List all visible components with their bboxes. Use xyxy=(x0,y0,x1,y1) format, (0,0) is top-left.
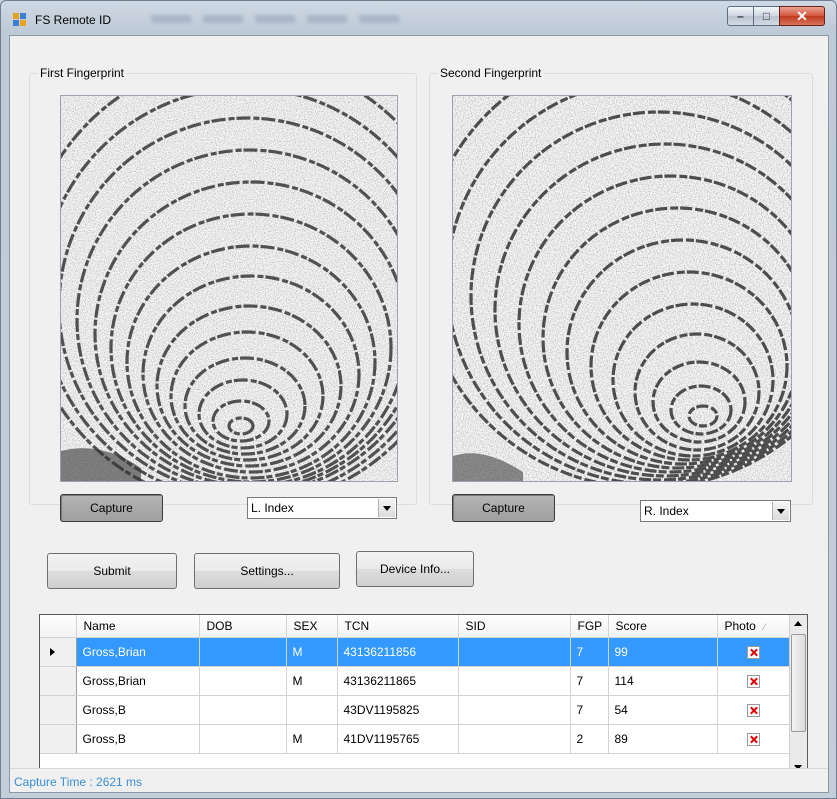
background-blur xyxy=(151,15,401,23)
cell-name[interactable]: Gross,Brian xyxy=(76,666,200,696)
cell-fgp[interactable]: 7 xyxy=(570,637,609,667)
first-fingerprint-legend: First Fingerprint xyxy=(38,66,127,80)
table-row[interactable]: Gross,B 43DV1195825 7 54 xyxy=(40,695,791,725)
cell-score[interactable]: 99 xyxy=(608,637,718,667)
table-row[interactable]: Gross,Brian M 43136211856 7 99 xyxy=(40,637,791,667)
column-header-sex[interactable]: SEX xyxy=(286,615,338,638)
first-finger-select[interactable]: L. Index xyxy=(247,497,397,519)
cell-name[interactable]: Gross,B xyxy=(76,724,200,754)
table-row[interactable]: Gross,Brian M 43136211865 7 114 xyxy=(40,666,791,696)
cell-photo[interactable] xyxy=(717,637,791,667)
second-fingerprint-group: Second Fingerprint Capture R. Index xyxy=(429,66,813,522)
cell-score[interactable]: 114 xyxy=(608,666,718,696)
row-header-corner xyxy=(40,615,77,638)
first-fingerprint-group: First Fingerprint Capture L. Index xyxy=(29,66,417,522)
column-header-dob[interactable]: DOB xyxy=(199,615,287,638)
cell-dob[interactable] xyxy=(199,666,287,696)
device-info-button[interactable]: Device Info... xyxy=(356,551,474,587)
row-pointer-icon xyxy=(50,647,55,656)
cell-sid[interactable] xyxy=(458,695,571,725)
cell-tcn[interactable]: 43136211856 xyxy=(337,637,459,667)
cell-name[interactable]: Gross,B xyxy=(76,695,200,725)
cell-sex[interactable] xyxy=(286,695,338,725)
column-header-name[interactable]: Name xyxy=(76,615,200,638)
column-header-fgp[interactable]: FGP xyxy=(570,615,609,638)
cell-sex[interactable]: M xyxy=(286,637,338,667)
column-header-photo-label: Photo xyxy=(724,618,756,633)
maximize-icon: □ xyxy=(762,9,771,23)
cell-tcn[interactable]: 43DV1195825 xyxy=(337,695,459,725)
broken-image-icon xyxy=(746,645,760,659)
status-bar: Capture Time : 2621 ms xyxy=(10,768,828,792)
second-fingerprint-legend: Second Fingerprint xyxy=(438,66,544,80)
vertical-scrollbar[interactable] xyxy=(789,615,807,776)
column-header-score[interactable]: Score xyxy=(608,615,718,638)
title-bar[interactable]: FS Remote ID – □ ✕ xyxy=(1,1,836,35)
sort-icon: ⁄ xyxy=(763,621,766,632)
cell-photo[interactable] xyxy=(717,724,791,754)
cell-score[interactable]: 89 xyxy=(608,724,718,754)
scrollbar-thumb[interactable] xyxy=(791,634,806,732)
first-capture-button[interactable]: Capture xyxy=(60,494,163,522)
minimize-icon: – xyxy=(737,9,744,23)
second-fingerprint-image xyxy=(452,95,792,482)
cell-sid[interactable] xyxy=(458,637,571,667)
table-row[interactable]: Gross,B M 41DV1195765 2 89 xyxy=(40,724,791,754)
results-table: Name DOB SEX TCN SID FGP Score Photo ⁄ Gr… xyxy=(40,615,791,754)
submit-button[interactable]: Submit xyxy=(47,553,177,589)
cell-dob[interactable] xyxy=(199,695,287,725)
close-button[interactable]: ✕ xyxy=(779,6,825,26)
window-title: FS Remote ID xyxy=(35,13,112,27)
row-header[interactable] xyxy=(40,637,77,667)
first-finger-select-value: L. Index xyxy=(251,501,294,515)
app-icon xyxy=(13,13,27,27)
column-header-sid[interactable]: SID xyxy=(458,615,571,638)
cell-photo[interactable] xyxy=(717,695,791,725)
cell-sid[interactable] xyxy=(458,724,571,754)
results-grid[interactable]: Name DOB SEX TCN SID FGP Score Photo ⁄ Gr… xyxy=(39,614,808,777)
minimize-button[interactable]: – xyxy=(727,6,754,26)
cell-fgp[interactable]: 7 xyxy=(570,695,609,725)
second-capture-button[interactable]: Capture xyxy=(452,494,555,522)
cell-sex[interactable]: M xyxy=(286,666,338,696)
app-window: FS Remote ID – □ ✕ First Fingerprint Cap… xyxy=(0,0,837,799)
cell-tcn[interactable]: 41DV1195765 xyxy=(337,724,459,754)
cell-tcn[interactable]: 43136211865 xyxy=(337,666,459,696)
scroll-up-icon[interactable] xyxy=(790,615,807,633)
capture-time-status: Capture Time : 2621 ms xyxy=(14,775,143,789)
row-header[interactable] xyxy=(40,724,77,754)
cell-fgp[interactable]: 7 xyxy=(570,666,609,696)
cell-dob[interactable] xyxy=(199,637,287,667)
settings-button[interactable]: Settings... xyxy=(194,553,340,589)
row-header[interactable] xyxy=(40,666,77,696)
cell-sex[interactable]: M xyxy=(286,724,338,754)
cell-sid[interactable] xyxy=(458,666,571,696)
broken-image-icon xyxy=(746,674,760,688)
first-fingerprint-image xyxy=(60,95,398,482)
column-header-tcn[interactable]: TCN xyxy=(337,615,459,638)
cell-dob[interactable] xyxy=(199,724,287,754)
chevron-down-icon[interactable] xyxy=(772,502,789,520)
client-area: First Fingerprint Capture L. Index Secon… xyxy=(9,35,829,793)
second-finger-select-value: R. Index xyxy=(644,504,689,518)
maximize-button[interactable]: □ xyxy=(753,6,780,26)
broken-image-icon xyxy=(746,703,760,717)
cell-fgp[interactable]: 2 xyxy=(570,724,609,754)
second-finger-select[interactable]: R. Index xyxy=(640,500,791,522)
close-icon: ✕ xyxy=(796,8,808,24)
cell-name[interactable]: Gross,Brian xyxy=(76,637,200,667)
column-header-photo[interactable]: Photo ⁄ xyxy=(717,615,791,638)
broken-image-icon xyxy=(746,732,760,746)
chevron-down-icon[interactable] xyxy=(378,499,395,517)
grid-header-row: Name DOB SEX TCN SID FGP Score Photo ⁄ xyxy=(40,615,791,638)
row-header[interactable] xyxy=(40,695,77,725)
cell-score[interactable]: 54 xyxy=(608,695,718,725)
cell-photo[interactable] xyxy=(717,666,791,696)
